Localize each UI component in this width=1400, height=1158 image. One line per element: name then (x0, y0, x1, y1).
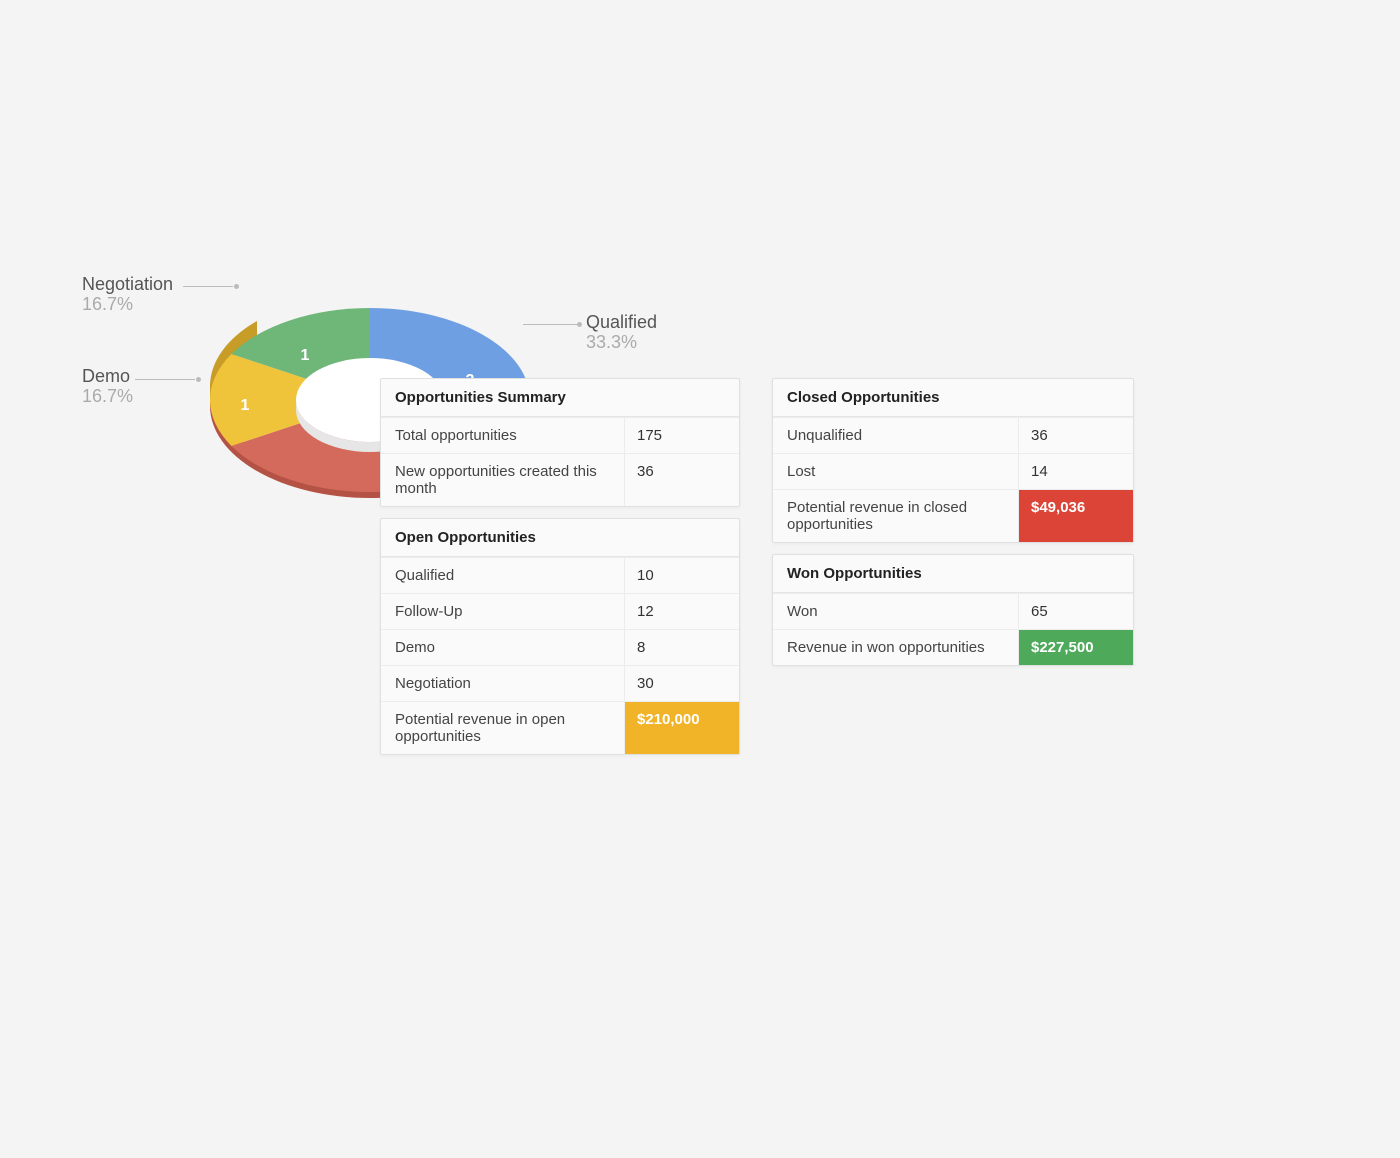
cell-value: 36 (625, 454, 739, 506)
cell-value: 12 (625, 594, 739, 629)
table-row: Negotiation 30 (381, 665, 739, 701)
cell-label: Unqualified (773, 418, 1019, 453)
table-row: Demo 8 (381, 629, 739, 665)
cell-label: Lost (773, 454, 1019, 489)
cell-value: 175 (625, 418, 739, 453)
donut-count-demo: 1 (241, 397, 250, 414)
closed-opportunities-panel: Closed Opportunities Unqualified 36 Lost… (772, 378, 1134, 543)
leader-dot (577, 322, 582, 327)
chart-label-demo: Demo 16.7% (82, 367, 133, 407)
table-row: Qualified 10 (381, 557, 739, 593)
cell-label: New opportunities created this month (381, 454, 625, 506)
cell-label: Follow-Up (381, 594, 625, 629)
cell-value: 8 (625, 630, 739, 665)
cell-label: Won (773, 594, 1019, 629)
table-row: Unqualified 36 (773, 417, 1133, 453)
table-row-highlight: Potential revenue in open opportunities … (381, 701, 739, 754)
chart-label-qualified-name: Qualified (586, 313, 657, 333)
chart-label-demo-name: Demo (82, 367, 133, 387)
cell-label: Revenue in won opportunities (773, 630, 1019, 665)
panel-title: Won Opportunities (773, 555, 1133, 593)
cell-value: 65 (1019, 594, 1133, 629)
table-row: Lost 14 (773, 453, 1133, 489)
chart-label-negotiation: Negotiation 16.7% (82, 275, 173, 315)
cell-label: Qualified (381, 558, 625, 593)
open-opportunities-panel: Open Opportunities Qualified 10 Follow-U… (380, 518, 740, 755)
cell-value: 36 (1019, 418, 1133, 453)
cell-value-highlight: $49,036 (1019, 490, 1133, 542)
table-row-highlight: Potential revenue in closed opportunitie… (773, 489, 1133, 542)
panel-title: Opportunities Summary (381, 379, 739, 417)
table-row: Won 65 (773, 593, 1133, 629)
chart-label-negotiation-name: Negotiation (82, 275, 173, 295)
opportunities-summary-panel: Opportunities Summary Total opportunitie… (380, 378, 740, 507)
cell-label: Potential revenue in open opportunities (381, 702, 625, 754)
cell-label: Negotiation (381, 666, 625, 701)
cell-value-highlight: $210,000 (625, 702, 739, 754)
table-row-highlight: Revenue in won opportunities $227,500 (773, 629, 1133, 665)
leader-line (135, 379, 195, 380)
chart-label-qualified: Qualified 33.3% (586, 313, 657, 353)
cell-value-highlight: $227,500 (1019, 630, 1133, 665)
donut-count-negotiation: 1 (301, 347, 310, 364)
chart-label-negotiation-pct: 16.7% (82, 295, 173, 315)
cell-label: Demo (381, 630, 625, 665)
cell-value: 30 (625, 666, 739, 701)
table-row: Total opportunities 175 (381, 417, 739, 453)
cell-value: 10 (625, 558, 739, 593)
cell-label: Potential revenue in closed opportunitie… (773, 490, 1019, 542)
table-row: Follow-Up 12 (381, 593, 739, 629)
chart-label-qualified-pct: 33.3% (586, 333, 657, 353)
dashboard-canvas: Negotiation 16.7% Demo 16.7% Qualified 3… (0, 0, 1400, 1158)
cell-label: Total opportunities (381, 418, 625, 453)
panel-title: Closed Opportunities (773, 379, 1133, 417)
cell-value: 14 (1019, 454, 1133, 489)
chart-label-demo-pct: 16.7% (82, 387, 133, 407)
table-row: New opportunities created this month 36 (381, 453, 739, 506)
won-opportunities-panel: Won Opportunities Won 65 Revenue in won … (772, 554, 1134, 666)
panel-title: Open Opportunities (381, 519, 739, 557)
